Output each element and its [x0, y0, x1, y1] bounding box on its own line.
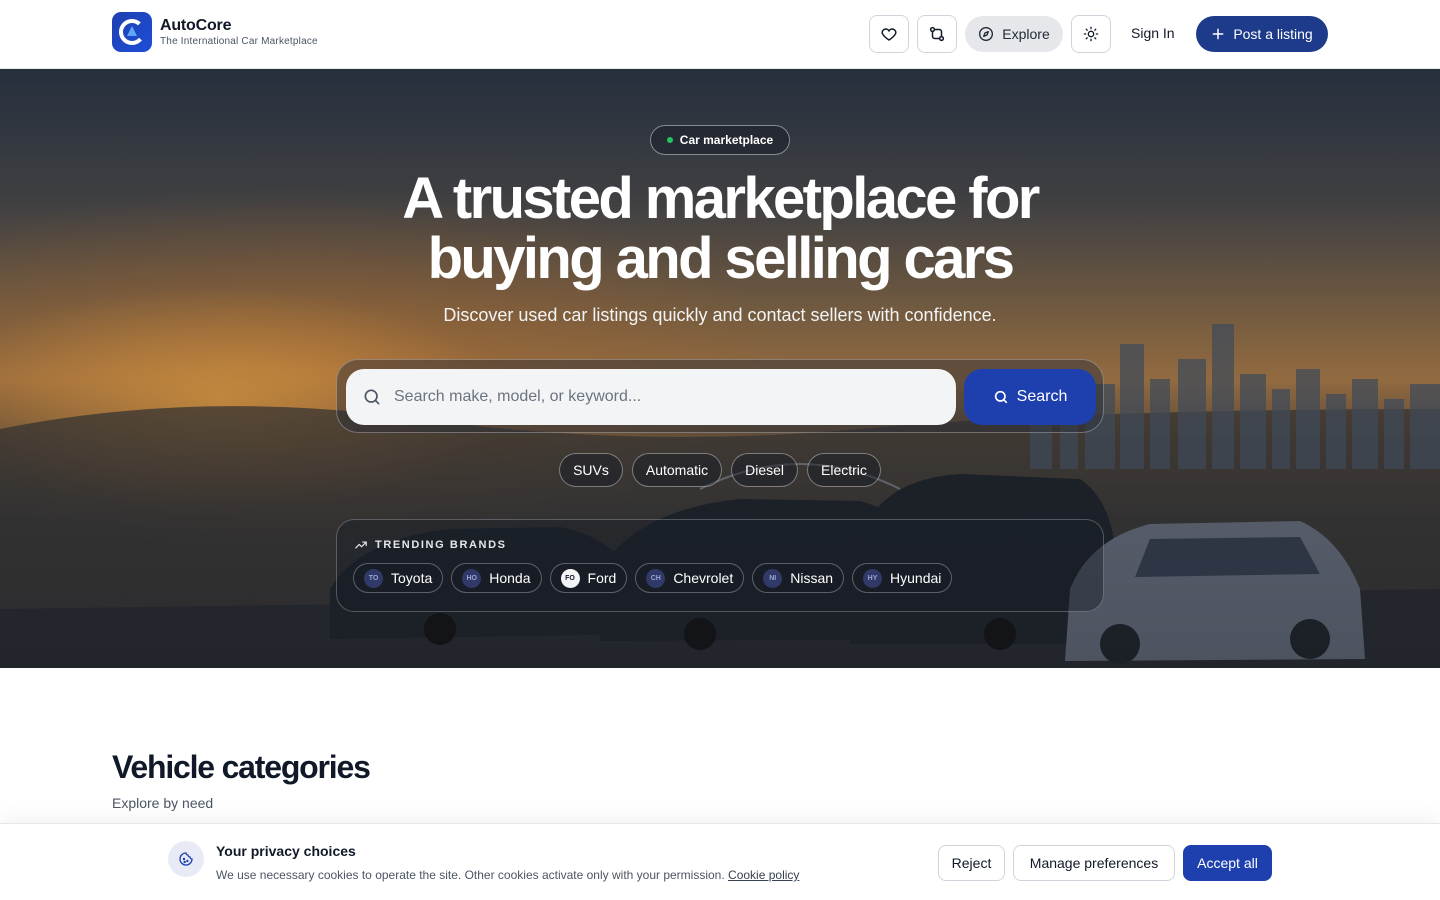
brand-chip-nissan[interactable]: NI Nissan — [752, 563, 845, 593]
post-listing-button[interactable]: Post a listing — [1196, 16, 1328, 52]
trending-heading: TRENDING BRANDS — [375, 539, 507, 551]
favorites-button[interactable] — [869, 15, 909, 53]
cookie-policy-link[interactable]: Cookie policy — [728, 868, 799, 882]
hero-badge: Car marketplace — [650, 125, 790, 155]
cookie-banner: Your privacy choices We use necessary co… — [0, 823, 1440, 900]
cookie-text: We use necessary cookies to operate the … — [216, 868, 725, 882]
search-button-icon — [993, 389, 1009, 405]
hero-section: Car marketplace A trusted marketplace fo… — [0, 69, 1440, 668]
cookie-text-block: We use necessary cookies to operate the … — [216, 868, 799, 882]
search-button[interactable]: Search — [964, 369, 1096, 425]
trending-up-icon — [354, 538, 368, 552]
quick-filter-diesel[interactable]: Diesel — [731, 453, 799, 487]
hero-title-line2: buying and selling cars — [427, 226, 1015, 291]
theme-toggle-button[interactable] — [1071, 15, 1111, 53]
search-bar: Search — [336, 359, 1104, 433]
hero-title: A trusted marketplace for buying and sel… — [320, 169, 1120, 289]
quick-filter-automatic[interactable]: Automatic — [631, 453, 723, 487]
brand-logo-link[interactable]: AutoCore The International Car Marketpla… — [112, 12, 318, 52]
hero-title-line1: A trusted marketplace for — [402, 166, 1040, 231]
brand-logo: HY — [863, 568, 883, 588]
sun-icon — [1083, 26, 1099, 42]
explore-button[interactable]: Explore — [965, 16, 1063, 52]
quick-filters: SUVs Automatic Diesel Electric — [0, 453, 1440, 487]
brand-logo: FO — [560, 568, 580, 588]
brand-chip-hyundai[interactable]: HY Hyundai — [852, 563, 953, 593]
brand-logo: NI — [763, 568, 783, 588]
compass-icon — [978, 26, 994, 42]
search-input[interactable] — [394, 388, 914, 406]
brand-name: Toyota — [391, 570, 433, 586]
brand-name: Chevrolet — [673, 570, 734, 586]
compare-button[interactable] — [917, 15, 957, 53]
quick-filter-electric[interactable]: Electric — [807, 453, 881, 487]
categories-subtitle: Explore by need — [112, 795, 214, 811]
manage-preferences-button[interactable]: Manage preferences — [1013, 845, 1175, 881]
post-listing-label: Post a listing — [1233, 26, 1313, 42]
brand-name: Honda — [489, 570, 531, 586]
brand-chip-toyota[interactable]: TO Toyota — [353, 563, 444, 593]
brand-logo: TO — [364, 568, 383, 588]
site-header: AutoCore The International Car Marketpla… — [0, 0, 1440, 69]
brand-chip-honda[interactable]: HO Honda — [451, 563, 542, 593]
sign-in-link[interactable]: Sign In — [1131, 25, 1175, 41]
plus-icon — [1211, 27, 1225, 41]
accept-all-button[interactable]: Accept all — [1183, 845, 1272, 881]
reject-cookies-button[interactable]: Reject — [938, 845, 1005, 881]
brand-logo: CH — [646, 568, 666, 588]
heart-icon — [880, 25, 898, 43]
hero-subtitle: Discover used car listings quickly and c… — [443, 305, 997, 325]
brand-chip-chevrolet[interactable]: CH Chevrolet — [635, 563, 745, 593]
status-dot — [666, 137, 673, 143]
brand-tagline: The International Car Marketplace — [160, 36, 318, 47]
search-field-container[interactable] — [346, 369, 956, 425]
search-icon — [362, 387, 382, 407]
brand-chip-ford[interactable]: FO Ford — [549, 563, 628, 593]
brand-list: TO Toyota HO Honda FO Ford CH Chevrolet … — [353, 563, 953, 593]
brand-logo: HO — [462, 568, 482, 588]
quick-filter-suvs[interactable]: SUVs — [559, 453, 623, 487]
brand-name: AutoCore — [160, 17, 232, 34]
categories-title: Vehicle categories — [112, 749, 371, 785]
brand-name: Ford — [587, 570, 617, 586]
autocore-logo-icon — [112, 12, 152, 52]
search-button-label: Search — [1016, 388, 1068, 405]
brand-name: Hyundai — [890, 570, 942, 586]
hero-badge-label: Car marketplace — [679, 133, 774, 147]
cookie-title: Your privacy choices — [216, 843, 356, 859]
explore-label: Explore — [1002, 26, 1050, 42]
brand-name: Nissan — [790, 570, 834, 586]
trending-brands-panel: TRENDING BRANDS TO Toyota HO Honda FO Fo… — [336, 519, 1104, 612]
cookie-icon — [168, 841, 204, 877]
compare-icon — [928, 25, 946, 43]
